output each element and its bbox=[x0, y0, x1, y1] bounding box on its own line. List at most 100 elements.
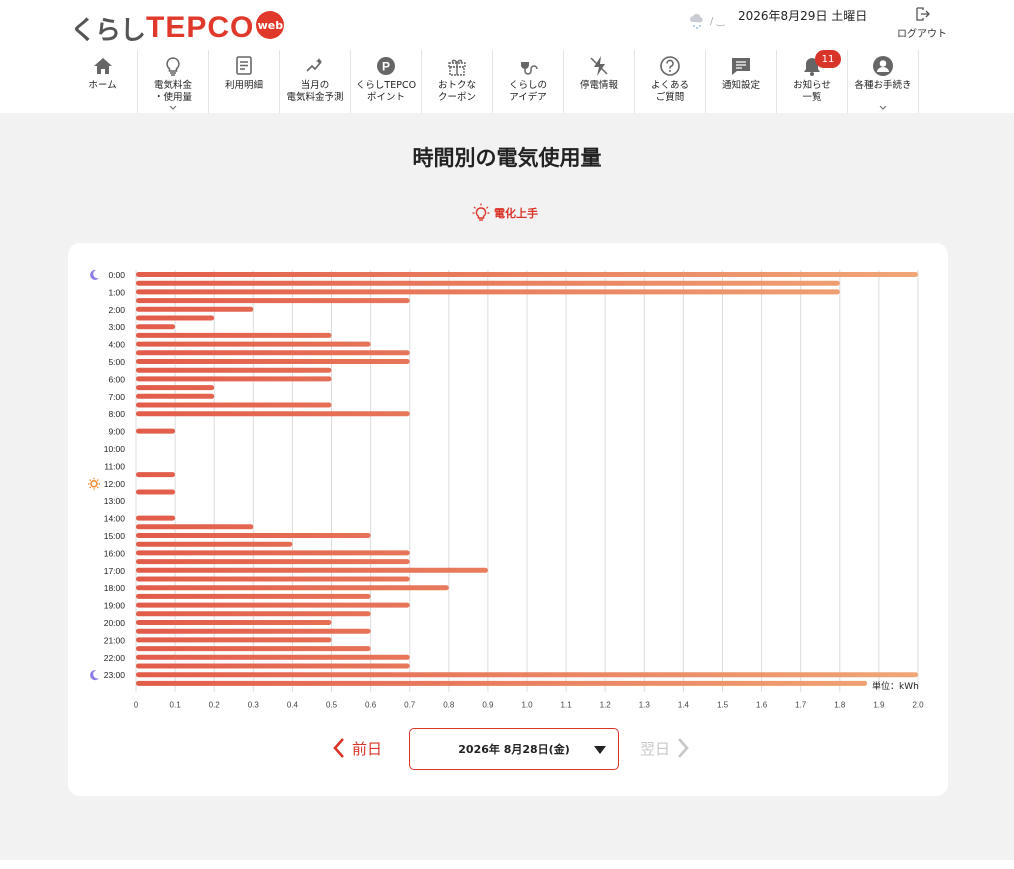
usage-bar bbox=[136, 541, 293, 547]
y-tick-label: 0:00 bbox=[108, 270, 125, 280]
moon-icon bbox=[90, 670, 99, 681]
usage-bar bbox=[136, 332, 332, 338]
kurashi-tepco-logo[interactable]: くらし TEPCO web bbox=[70, 11, 285, 46]
usage-card: 0 0.1 0.2 0.3 0.4 0.5 0.6 0.7 0.8 0.9 1.0 1.1 1.2 1.3… bbox=[68, 243, 948, 796]
nav-bill-forecast[interactable]: 当月の 電気料金予測 bbox=[280, 50, 351, 113]
nav-label: ホーム bbox=[88, 80, 117, 91]
moon-icon bbox=[90, 269, 99, 280]
caret-down-icon bbox=[594, 746, 606, 754]
home-icon bbox=[92, 55, 114, 77]
y-tick-label: 2:00 bbox=[108, 305, 125, 315]
hourly-usage-chart: 0 0.1 0.2 0.3 0.4 0.5 0.6 0.7 0.8 0.9 1.0 1.1 1.2 1.3… bbox=[88, 269, 924, 710]
y-tick-label: 12:00 bbox=[104, 479, 126, 489]
bulb-icon bbox=[162, 55, 184, 77]
logo-kurashi-text: くらし bbox=[70, 15, 146, 46]
nav-label: 通知設定 bbox=[721, 80, 760, 91]
x-tick-label: 1.8 bbox=[834, 701, 846, 710]
usage-bar bbox=[136, 393, 215, 399]
chevron-down-icon bbox=[169, 105, 177, 110]
usage-bar bbox=[136, 585, 449, 591]
question-icon bbox=[659, 55, 681, 77]
date-select[interactable]: 2026年 8月28日(金) bbox=[409, 728, 619, 770]
next-day-label: 翌日 bbox=[640, 739, 671, 758]
denka-jouzu-label: 電化上手 bbox=[494, 207, 538, 220]
logout-label: ログアウト bbox=[897, 29, 947, 40]
x-tick-label: 1.1 bbox=[561, 701, 573, 710]
header: くらし TEPCO web / ‿ 2026年8月29日 土曜日 ログアウト ホ… bbox=[0, 0, 1014, 113]
usage-bar bbox=[136, 576, 410, 582]
usage-bar bbox=[136, 559, 410, 565]
nav-tepco-points[interactable]: P くらしTEPCO ポイント bbox=[351, 50, 422, 113]
y-tick-label: 14:00 bbox=[104, 514, 126, 524]
nav-statement[interactable]: 利用明細 bbox=[209, 50, 280, 113]
y-tick-label: 18:00 bbox=[104, 583, 126, 593]
y-tick-label: 3:00 bbox=[108, 322, 125, 332]
x-tick-label: 0.7 bbox=[404, 701, 416, 710]
y-tick-label: 13:00 bbox=[104, 496, 126, 506]
gift-icon bbox=[446, 55, 468, 77]
x-tick-label: 0 bbox=[134, 701, 139, 710]
nav-label: 利用明細 bbox=[224, 80, 263, 91]
y-tick-label: 10:00 bbox=[104, 444, 126, 454]
nav-procedures[interactable]: 各種お手続き bbox=[848, 50, 919, 113]
usage-bar bbox=[136, 359, 410, 364]
y-tick-label: 9:00 bbox=[108, 427, 125, 437]
usage-bar bbox=[136, 402, 332, 408]
weather-widget: / ‿ bbox=[688, 12, 725, 30]
usage-bar bbox=[136, 602, 410, 608]
nav-label: 各種お手続き bbox=[854, 80, 912, 91]
y-tick-label: 21:00 bbox=[104, 635, 126, 645]
previous-day-button[interactable]: 前日 bbox=[332, 737, 382, 759]
nav-electricity-usage[interactable]: 電気料金 ・使用量 bbox=[138, 50, 209, 113]
svg-text:P: P bbox=[382, 60, 390, 74]
nav-faq[interactable]: よくある ご質問 bbox=[635, 50, 706, 113]
usage-bar bbox=[136, 350, 410, 356]
weather-text: / ‿ bbox=[710, 15, 725, 27]
y-tick-label: 4:00 bbox=[108, 340, 125, 350]
x-tick-label: 1.3 bbox=[639, 701, 651, 710]
y-tick-label: 8:00 bbox=[108, 409, 125, 419]
chevron-down-icon bbox=[879, 105, 887, 110]
page-title: 時間別の電気使用量 bbox=[412, 146, 602, 170]
denka-jouzu-link[interactable]: 電化上手 bbox=[472, 203, 538, 223]
nav-outage-info[interactable]: 停電情報 bbox=[564, 50, 635, 113]
sun-icon bbox=[88, 477, 100, 490]
point-icon: P bbox=[375, 55, 397, 77]
usage-bar bbox=[136, 680, 868, 686]
nav-label: お知らせ 一覧 bbox=[793, 80, 831, 103]
nav-label: くらしの アイデア bbox=[508, 80, 547, 103]
footer-strip bbox=[0, 860, 1014, 869]
nav-label: よくある ご質問 bbox=[650, 80, 689, 103]
logout-icon bbox=[916, 7, 930, 21]
nav-news-list[interactable]: お知らせ 一覧 11 bbox=[777, 50, 848, 113]
y-tick-label: 1:00 bbox=[108, 287, 125, 297]
bulb-icon bbox=[472, 203, 490, 221]
usage-bar bbox=[136, 289, 840, 295]
selected-date-value: 2026年 8月28日(金) bbox=[458, 743, 570, 756]
usage-bar bbox=[136, 646, 371, 652]
x-tick-label: 0.8 bbox=[443, 701, 455, 710]
previous-day-label: 前日 bbox=[352, 739, 383, 758]
user-icon bbox=[872, 55, 894, 77]
usage-bar bbox=[136, 620, 332, 625]
nav-home[interactable]: ホーム bbox=[68, 50, 138, 113]
nav-notification-settings[interactable]: 通知設定 bbox=[706, 50, 777, 113]
usage-bar bbox=[136, 428, 176, 434]
usage-bar bbox=[136, 411, 410, 417]
next-day-button: 翌日 bbox=[640, 737, 690, 759]
y-tick-label: 19:00 bbox=[104, 601, 126, 611]
logo-tepco-text: TEPCO bbox=[146, 11, 255, 44]
x-tick-label: 0.1 bbox=[170, 701, 182, 710]
usage-bar bbox=[136, 324, 176, 330]
x-tick-label: 0.6 bbox=[365, 701, 377, 710]
current-date: 2026年8月29日 土曜日 bbox=[738, 9, 868, 23]
nav-coupons[interactable]: おトクな クーポン bbox=[422, 50, 493, 113]
x-tick-label: 1.0 bbox=[521, 701, 533, 710]
logout-button[interactable]: ログアウト bbox=[894, 6, 950, 40]
y-tick-label: 20:00 bbox=[104, 618, 126, 628]
nav-ideas[interactable]: くらしの アイデア bbox=[493, 50, 564, 113]
y-tick-label: 6:00 bbox=[108, 374, 125, 384]
x-tick-label: 0.4 bbox=[287, 701, 299, 710]
x-tick-label: 2.0 bbox=[912, 701, 924, 710]
nav-label: 停電情報 bbox=[579, 80, 618, 91]
